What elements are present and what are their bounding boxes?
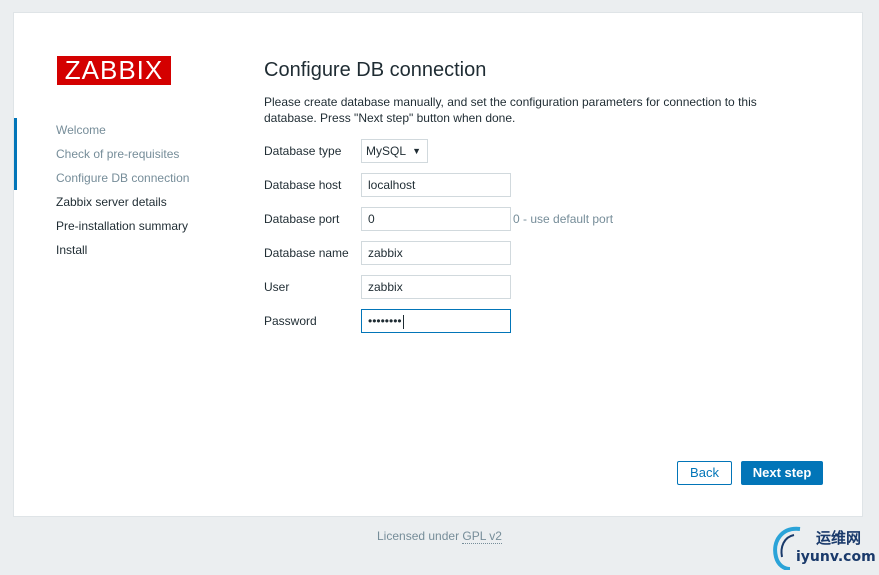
db-name-input[interactable]: zabbix [361,241,511,265]
db-type-select[interactable]: MySQL ▼ [361,139,428,163]
user-label: User [264,280,290,294]
gpl-link[interactable]: GPL v2 [462,529,502,544]
db-port-label: Database port [264,212,340,226]
password-row: Password •••••••• [264,309,824,333]
step-install: Install [56,243,88,257]
license-text: Licensed under [377,529,460,543]
watermark-en-text: iyunv.com [796,549,876,565]
setup-card: ZABBIX Welcome Check of pre-requisites C… [13,12,863,517]
step-server-details: Zabbix server details [56,195,167,209]
watermark-logo: 运维网 iyunv.com [770,525,876,570]
step-configure-db: Configure DB connection [14,166,234,190]
zabbix-logo: ZABBIX [57,56,171,85]
password-label: Password [264,314,317,328]
step-welcome: Welcome [14,118,234,142]
footer-license: Licensed under GPL v2 [0,529,879,544]
db-port-hint: 0 - use default port [513,212,614,226]
page-title: Configure DB connection [264,59,487,81]
db-host-row: Database host localhost [264,173,824,197]
db-port-input[interactable]: 0 [361,207,511,231]
step-check-prerequisites: Check of pre-requisites [14,142,234,166]
text-cursor [402,314,404,329]
db-type-label: Database type [264,144,342,158]
db-type-value: MySQL [366,144,407,158]
password-value: •••••••• [368,314,402,328]
user-input[interactable]: zabbix [361,275,511,299]
db-host-label: Database host [264,178,342,192]
password-input[interactable]: •••••••• [361,309,511,333]
user-row: User zabbix [264,275,824,299]
db-port-row: Database port 0 0 - use default port [264,207,824,231]
next-step-button[interactable]: Next step [741,461,823,485]
back-button[interactable]: Back [677,461,732,485]
setup-steps-nav: Welcome Check of pre-requisites Configur… [14,118,234,262]
db-host-input[interactable]: localhost [361,173,511,197]
db-type-row: Database type MySQL ▼ [264,139,824,163]
watermark-cn-text: 运维网 [816,529,862,547]
page-description: Please create database manually, and set… [264,95,757,125]
step-pre-installation-summary: Pre-installation summary [56,219,189,233]
db-name-row: Database name zabbix [264,241,824,265]
dropdown-arrow-icon: ▼ [412,146,421,156]
db-name-label: Database name [264,246,349,260]
